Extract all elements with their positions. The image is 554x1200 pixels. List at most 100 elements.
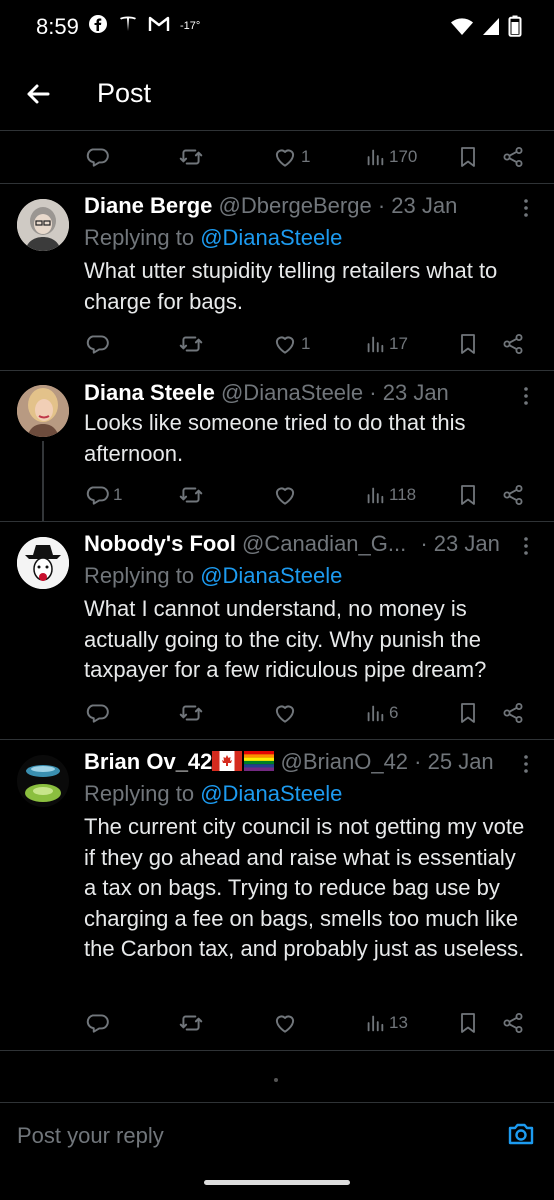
reply-input[interactable]: Post your reply: [17, 1123, 164, 1149]
wifi-icon: [451, 18, 473, 35]
views-button[interactable]: 6: [364, 698, 398, 728]
more-options-icon[interactable]: [518, 536, 534, 556]
avatar-photo: [17, 385, 69, 437]
share-button[interactable]: [501, 329, 525, 359]
share-button[interactable]: [501, 142, 525, 172]
more-options-icon[interactable]: [518, 386, 534, 406]
views-count: 17: [389, 334, 408, 353]
more-options-icon[interactable]: [518, 754, 534, 774]
author-handle[interactable]: @DianaSteele: [221, 380, 363, 405]
author-name[interactable]: Nobody's Fool: [84, 531, 236, 556]
avatar-photo: [17, 755, 69, 807]
replying-to: Replying to @DianaSteele: [84, 563, 342, 589]
bookmark-button[interactable]: [456, 142, 480, 172]
repost-button[interactable]: [178, 698, 207, 728]
more-options-icon[interactable]: [518, 198, 534, 218]
like-button[interactable]: [272, 1008, 301, 1038]
status-time: 8:59: [36, 14, 79, 39]
author-handle[interactable]: @Canadian_G...: [242, 531, 406, 556]
post-actions: 1 17: [0, 329, 554, 359]
share-icon: [501, 701, 525, 725]
replying-to-mention[interactable]: @DianaSteele: [200, 781, 342, 806]
replying-to-mention[interactable]: @DianaSteele: [200, 563, 342, 588]
author-name[interactable]: Brian Ov_42: [84, 749, 212, 774]
heart-icon: [272, 331, 298, 357]
like-button[interactable]: [272, 698, 301, 728]
parent-post-actions: 1 170: [0, 142, 554, 172]
like-button[interactable]: 1: [272, 142, 310, 172]
repost-button[interactable]: [178, 480, 207, 510]
post-text: Looks like someone tried to do that this…: [84, 410, 466, 466]
avatar-photo: [17, 537, 69, 589]
views-button[interactable]: 118: [364, 480, 416, 510]
post-header: Diane Berge @DbergeBerge · 23 Jan: [84, 193, 457, 219]
share-button[interactable]: [501, 698, 525, 728]
author-name[interactable]: Diana Steele: [84, 380, 215, 405]
bookmark-button[interactable]: [456, 698, 480, 728]
avatar[interactable]: [17, 537, 69, 589]
facebook-icon: [89, 15, 107, 33]
bookmark-button[interactable]: [456, 329, 480, 359]
gesture-bar[interactable]: [204, 1180, 350, 1185]
status-temperature: -17°: [180, 19, 201, 32]
reply-button[interactable]: 1: [84, 480, 122, 510]
repost-button[interactable]: [178, 329, 207, 359]
share-button[interactable]: [501, 480, 525, 510]
canada-flag-icon: [212, 751, 243, 771]
bookmark-icon: [456, 701, 480, 725]
reply-post[interactable]: Brian Ov_42 @BrianO_42 · 25 Jan Replying…: [0, 740, 554, 1050]
reply-button[interactable]: [84, 142, 113, 172]
reply-icon: [84, 331, 110, 357]
reply-post[interactable]: Diana Steele @DianaSteele · 23 Jan Looks…: [0, 371, 554, 521]
post-header: Brian Ov_42 @BrianO_42 · 25 Jan: [84, 749, 494, 775]
like-button[interactable]: 1: [272, 329, 310, 359]
views-button[interactable]: 170: [364, 142, 417, 172]
reply-post[interactable]: Nobody's Fool @Canadian_G... · 23 Jan Re…: [0, 522, 554, 739]
reply-composer[interactable]: Post your reply: [0, 1102, 554, 1165]
repost-icon: [178, 700, 204, 726]
post-header: Diana Steele @DianaSteele · 23 Jan: [84, 380, 449, 406]
author-name[interactable]: Diane Berge: [84, 193, 212, 218]
share-button[interactable]: [501, 1008, 525, 1038]
like-button[interactable]: [272, 480, 301, 510]
post-date: · 23 Jan: [377, 193, 458, 218]
reply-icon: [84, 482, 110, 508]
battery-icon: [508, 15, 522, 37]
post-text: What utter stupidity telling retailers w…: [84, 258, 498, 314]
views-icon: [364, 1012, 386, 1034]
post-date: · 23 Jan: [369, 380, 449, 405]
tesla-icon: [120, 16, 136, 31]
replying-to-mention[interactable]: @DianaSteele: [200, 225, 342, 250]
camera-icon[interactable]: [506, 1119, 536, 1149]
back-arrow-icon[interactable]: [22, 78, 54, 110]
repost-button[interactable]: [178, 1008, 207, 1038]
reply-button[interactable]: [84, 1008, 113, 1038]
status-bar: 8:59 -17°: [0, 0, 554, 58]
reply-icon: [84, 700, 110, 726]
status-system-icons: [450, 15, 522, 37]
reply-button[interactable]: [84, 329, 113, 359]
status-notification-icons: -17°: [88, 14, 200, 34]
bookmark-icon: [456, 483, 480, 507]
repost-button[interactable]: [178, 142, 207, 172]
bookmark-button[interactable]: [456, 1008, 480, 1038]
author-handle[interactable]: @BrianO_42: [281, 749, 409, 774]
views-icon: [364, 484, 386, 506]
replying-to: Replying to @DianaSteele: [84, 225, 342, 251]
avatar[interactable]: [17, 199, 69, 251]
heart-icon: [272, 482, 298, 508]
share-icon: [501, 1011, 525, 1035]
pride-flag-icon: [244, 751, 275, 771]
views-icon: [364, 146, 386, 168]
author-handle[interactable]: @DbergeBerge: [219, 193, 372, 218]
page-title: Post: [97, 78, 152, 108]
reply-button[interactable]: [84, 698, 113, 728]
avatar[interactable]: [17, 385, 69, 437]
reply-post[interactable]: Diane Berge @DbergeBerge · 23 Jan Replyi…: [0, 184, 554, 370]
replying-to-label: Replying to: [84, 225, 201, 250]
views-button[interactable]: 17: [364, 329, 408, 359]
views-button[interactable]: 13: [364, 1008, 408, 1038]
bookmark-icon: [456, 1011, 480, 1035]
bookmark-button[interactable]: [456, 480, 480, 510]
avatar[interactable]: [17, 755, 69, 807]
